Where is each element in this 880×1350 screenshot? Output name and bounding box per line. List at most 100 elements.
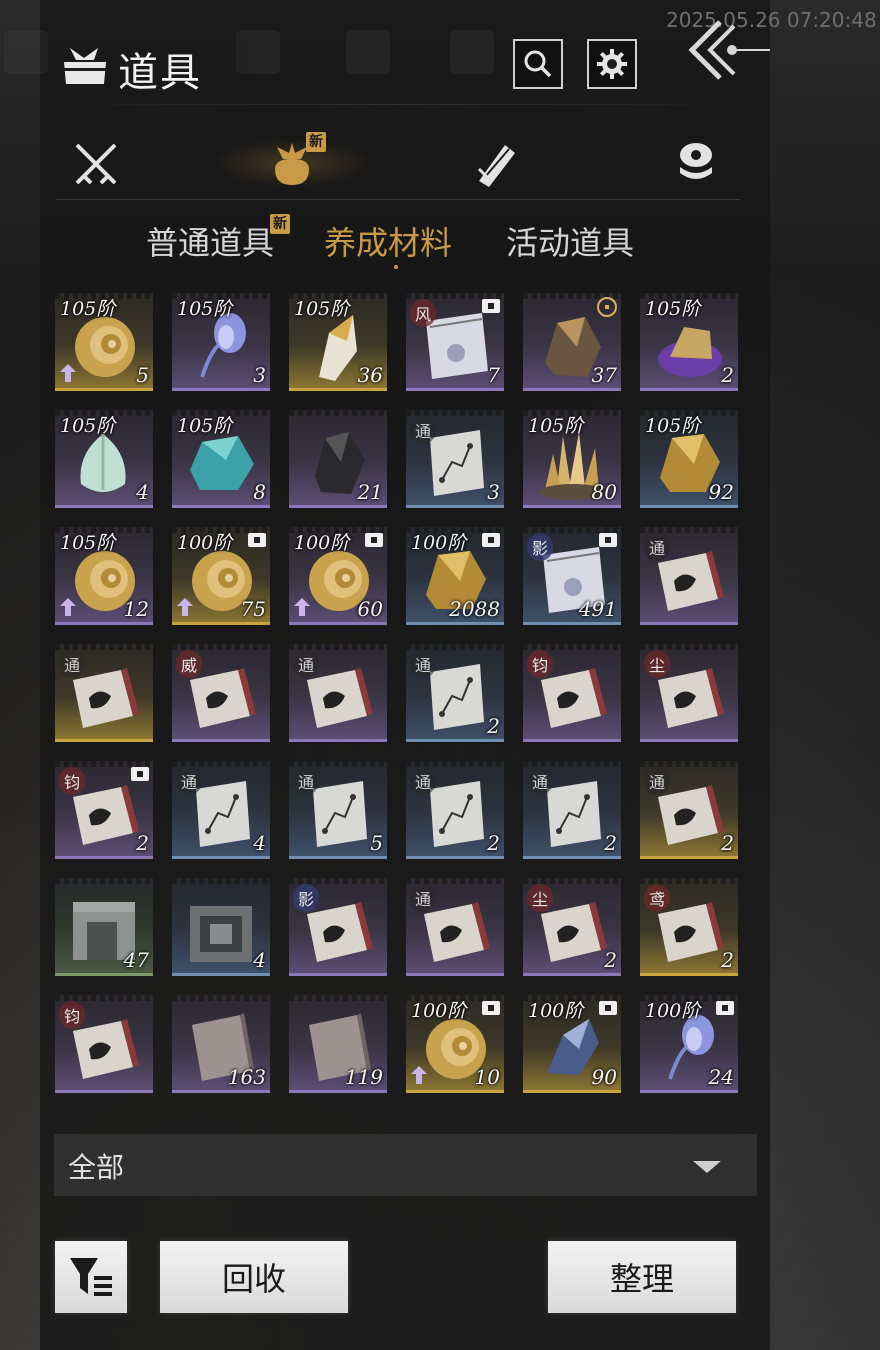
item-slot[interactable]: 通 — [640, 527, 738, 625]
item-slot[interactable]: 163 — [172, 995, 270, 1093]
item-slot[interactable]: 105阶 4 — [55, 410, 153, 508]
tab-scrolls[interactable] — [456, 128, 536, 200]
item-seal: 通 — [176, 767, 202, 795]
item-slot[interactable]: 钧 — [523, 644, 621, 742]
item-slot[interactable]: 通2 — [523, 761, 621, 859]
item-slot[interactable]: 通2 — [406, 644, 504, 742]
item-tier: 100阶 — [411, 532, 467, 554]
item-seal: 影 — [527, 533, 553, 561]
item-slot[interactable]: 影 — [289, 878, 387, 976]
item-slot[interactable]: 100阶 75 — [172, 527, 270, 625]
item-slot[interactable]: 威 — [172, 644, 270, 742]
item-slot[interactable]: 钧 — [55, 995, 153, 1093]
item-seal: 尘 — [527, 884, 553, 912]
item-seal: 风 — [410, 299, 436, 327]
new-badge: 新 — [306, 132, 326, 152]
gear-icon — [597, 49, 627, 79]
tab-weapons[interactable] — [56, 128, 136, 200]
search-button[interactable] — [513, 39, 563, 89]
item-slot[interactable]: 风7 — [406, 293, 504, 391]
item-slot[interactable]: 通5 — [289, 761, 387, 859]
item-slot[interactable]: 105阶 5 — [55, 293, 153, 391]
item-slot[interactable]: 通 — [406, 878, 504, 976]
item-seal: 通 — [527, 767, 553, 795]
item-count: 4 — [136, 480, 149, 504]
item-slot[interactable]: 105阶 2 — [640, 293, 738, 391]
bundle-icon — [64, 48, 106, 84]
bound-lock-icon — [248, 533, 266, 547]
item-count: 10 — [474, 1065, 500, 1089]
item-count: 12 — [123, 597, 149, 621]
item-slot[interactable]: 105阶 36 — [289, 293, 387, 391]
chevron-down-icon — [693, 1161, 721, 1173]
item-slot[interactable]: 105阶 12 — [55, 527, 153, 625]
advanced-filter-button[interactable] — [55, 1241, 127, 1313]
recycle-button-label: 回收 — [221, 1260, 286, 1298]
item-slot[interactable]: 100阶 90 — [523, 995, 621, 1093]
item-count: 491 — [578, 597, 617, 621]
tab-growth-materials[interactable]: 养成材料 — [324, 218, 452, 264]
item-slot[interactable]: 通3 — [406, 410, 504, 508]
item-slot[interactable]: 105阶 8 — [172, 410, 270, 508]
back-button[interactable] — [684, 16, 774, 96]
item-slot[interactable]: 影 491 — [523, 527, 621, 625]
upgrade-arrow-icon — [60, 598, 76, 616]
item-count: 2088 — [449, 597, 500, 621]
tab-currency[interactable] — [656, 128, 736, 200]
item-slot[interactable]: 通 — [55, 644, 153, 742]
item-count: 2 — [604, 831, 617, 855]
tab-event-items[interactable]: 活动道具 — [506, 218, 634, 264]
tab-growth-materials-label: 养成材料 — [324, 224, 453, 262]
tab-materials[interactable]: 新 — [212, 128, 372, 200]
item-slot[interactable]: 通4 — [172, 761, 270, 859]
item-slot[interactable]: 105阶 3 — [172, 293, 270, 391]
item-count: 2 — [721, 948, 734, 972]
item-slot[interactable]: 尘 — [640, 644, 738, 742]
item-seal: 钧 — [59, 1001, 85, 1029]
item-seal: 通 — [644, 767, 670, 795]
settings-button[interactable] — [587, 39, 637, 89]
item-slot[interactable]: 47 — [55, 878, 153, 976]
item-slot[interactable]: 钧2 — [55, 761, 153, 859]
bound-lock-icon — [599, 1001, 617, 1015]
item-slot[interactable]: 21 — [289, 410, 387, 508]
bound-lock-icon — [131, 767, 149, 781]
item-slot[interactable]: 100阶 24 — [640, 995, 738, 1093]
item-slot[interactable]: 通2 — [640, 761, 738, 859]
page-title: 道具 — [118, 50, 202, 96]
tab-normal-items[interactable]: 普通道具 — [146, 218, 274, 264]
item-seal: 通 — [59, 650, 85, 678]
item-seal: 通 — [410, 767, 436, 795]
sort-button[interactable]: 整理 — [548, 1241, 736, 1313]
item-slot[interactable]: 37 — [523, 293, 621, 391]
item-count: 2 — [487, 714, 500, 738]
item-slot[interactable]: 105阶 92 — [640, 410, 738, 508]
item-slot[interactable]: 通 — [289, 644, 387, 742]
item-count: 3 — [487, 480, 500, 504]
item-count: 119 — [344, 1065, 383, 1089]
item-seal: 通 — [410, 884, 436, 912]
item-seal: 影 — [293, 884, 319, 912]
item-slot[interactable]: 通2 — [406, 761, 504, 859]
item-count: 7 — [487, 363, 500, 387]
item-tier: 105阶 — [645, 298, 701, 320]
item-slot[interactable]: 100阶 10 — [406, 995, 504, 1093]
item-count: 80 — [591, 480, 617, 504]
recycle-button[interactable]: 回收 — [160, 1241, 348, 1313]
item-slot[interactable]: 100阶 2088 — [406, 527, 504, 625]
item-count: 2 — [721, 831, 734, 855]
upgrade-arrow-icon — [177, 598, 193, 616]
item-slot[interactable]: 尘2 — [523, 878, 621, 976]
double-chevron-back-icon — [688, 20, 770, 80]
item-count: 47 — [123, 948, 149, 972]
item-slot[interactable]: 105阶 80 — [523, 410, 621, 508]
item-count: 4 — [253, 831, 266, 855]
item-slot[interactable]: 100阶 60 — [289, 527, 387, 625]
filter-dropdown[interactable]: 全部 — [54, 1134, 757, 1196]
item-count: 2 — [604, 948, 617, 972]
upgrade-arrow-icon — [60, 364, 76, 382]
item-slot[interactable]: 4 — [172, 878, 270, 976]
item-slot[interactable]: 鸢2 — [640, 878, 738, 976]
item-slot[interactable]: 119 — [289, 995, 387, 1093]
item-seal: 通 — [293, 650, 319, 678]
